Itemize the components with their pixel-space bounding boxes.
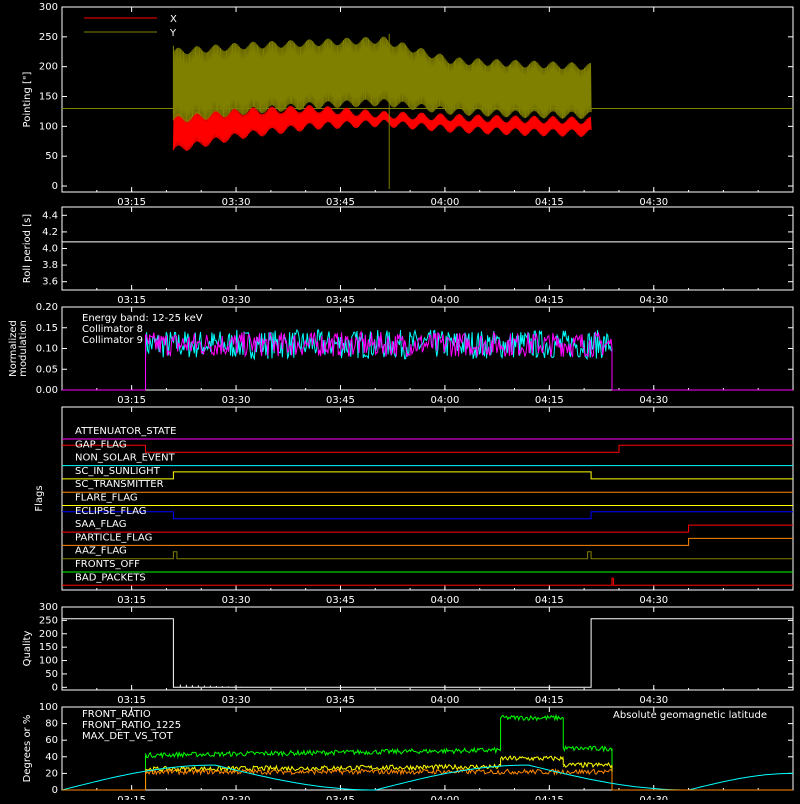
y-tick-label: 60: [45, 735, 58, 746]
y-tick-label: 150: [39, 642, 58, 653]
flag-label: GAP_FLAG: [75, 439, 127, 450]
x-tick-label: 03:30: [222, 695, 251, 706]
x-tick-label: 03:30: [222, 197, 251, 208]
y-tick-label: 20: [45, 768, 58, 779]
y-axis-label: Roll period [s]: [22, 214, 33, 283]
y-axis-label: modulation: [18, 320, 29, 377]
y-tick-label: 50: [45, 669, 58, 680]
y-tick-label: 0: [52, 785, 58, 796]
y-tick-label: 4.0: [42, 244, 58, 255]
y-tick-label: 0.05: [36, 364, 58, 375]
y-tick-label: 200: [39, 62, 58, 73]
x-tick-label: 03:15: [117, 295, 146, 306]
chart-stack: 03:15 03:30 03:45 04:00 04:15 04:30 0 50 100 150 2…: [0, 0, 800, 804]
x-tick-label: 03:45: [326, 197, 355, 208]
y-tick-label: 3.6: [42, 277, 58, 288]
y-tick-label: 4.2: [42, 227, 58, 238]
x-tick-label: 04:30: [639, 295, 668, 306]
x-tick-label: 04:15: [535, 695, 564, 706]
x-tick-label: 03:45: [326, 695, 355, 706]
x-tick-label: 03:30: [222, 595, 251, 606]
x-tick-label: 03:15: [117, 695, 146, 706]
y-axis-label: Quality: [22, 631, 33, 667]
x-tick-label: 04:15: [535, 595, 564, 606]
y-tick-label: 250: [39, 615, 58, 626]
y-tick-label: 150: [39, 92, 58, 103]
legend-label: FRONT_RATIO: [82, 709, 151, 720]
x-tick-label: 04:15: [535, 295, 564, 306]
x-tick-label: 04:15: [535, 795, 564, 800]
legend-label: MAX_DET_VS_TOT: [82, 731, 174, 742]
x-tick-label: 03:15: [117, 197, 146, 208]
y-axis-label: Degrees or %: [22, 715, 33, 783]
annotation-label: Absolute geomagnetic latitude: [613, 710, 767, 721]
y-tick-label: 50: [45, 151, 58, 162]
flag-label: NON_SOLAR_EVENT: [75, 453, 176, 464]
x-tick-label: 03:30: [222, 795, 251, 800]
flag-label: FLARE_FLAG: [75, 493, 138, 504]
x-tick-label: 04:15: [535, 197, 564, 208]
legend-label: Collimator 8: [82, 324, 143, 335]
x-tick-label: 03:45: [326, 595, 355, 606]
flag-label: SC_IN_SUNLIGHT: [75, 466, 161, 477]
flag-label: SC_TRANSMITTER: [75, 479, 164, 490]
x-tick-label: 03:45: [326, 795, 355, 800]
flag-label: ATTENUATOR_STATE: [75, 426, 176, 437]
y-tick-label: 0.10: [36, 344, 58, 355]
x-tick-label: 03:30: [222, 395, 251, 406]
legend-label: FRONT_RATIO_1225: [82, 720, 181, 731]
y-tick-label: 250: [39, 32, 58, 43]
x-tick-label: 04:30: [639, 795, 668, 800]
legend-label: Energy band: 12-25 keV: [82, 313, 203, 324]
x-tick-label: 03:15: [117, 395, 146, 406]
y-tick-label: 100: [39, 121, 58, 132]
x-tick-label: 04:30: [639, 595, 668, 606]
y-tick-label: 200: [39, 629, 58, 640]
y-tick-label: 0.15: [36, 323, 58, 334]
x-tick-label: 04:00: [430, 695, 459, 706]
x-tick-label: 04:30: [639, 695, 668, 706]
x-tick-label: 04:30: [639, 197, 668, 208]
flag-label: FRONTS_OFF: [75, 559, 140, 570]
y-tick-label: 100: [39, 656, 58, 667]
flag-label: PARTICLE_FLAG: [75, 532, 152, 543]
y-tick-label: 0: [52, 181, 58, 192]
x-tick-label: 03:15: [117, 795, 146, 800]
legend-label: Y: [169, 28, 177, 39]
x-tick-label: 04:30: [639, 395, 668, 406]
x-tick-label: 03:30: [222, 295, 251, 306]
y-axis-label: Flags: [34, 485, 45, 511]
legend-label: X: [170, 14, 177, 25]
y-tick-label: 100: [39, 702, 58, 713]
flag-label: AAZ_FLAG: [75, 546, 127, 557]
y-tick-label: 4.4: [42, 210, 58, 221]
y-tick-label: 300: [39, 2, 58, 13]
flag-label: BAD_PACKETS: [75, 572, 146, 583]
x-tick-label: 03:45: [326, 295, 355, 306]
y-tick-label: 3.8: [42, 260, 58, 271]
y-tick-label: 0: [52, 682, 58, 693]
y-tick-label: 40: [45, 752, 58, 763]
y-axis-label: Pointing ["]: [22, 71, 33, 127]
x-tick-label: 04:00: [430, 197, 459, 208]
x-tick-label: 03:15: [117, 595, 146, 606]
y-tick-label: 0.00: [36, 385, 58, 396]
y-tick-label: 0.20: [36, 302, 58, 313]
x-tick-label: 04:00: [430, 595, 459, 606]
x-tick-label: 04:00: [430, 795, 459, 800]
x-tick-label: 04:15: [535, 395, 564, 406]
x-tick-label: 04:00: [430, 395, 459, 406]
x-tick-label: 03:45: [326, 395, 355, 406]
flag-label: SAA_FLAG: [75, 519, 126, 530]
x-tick-label: 04:00: [430, 295, 459, 306]
y-tick-label: 80: [45, 719, 58, 730]
legend-label: Collimator 9: [82, 335, 143, 346]
chart-figure: 03:15 03:30 03:45 04:00 04:15 04:30 0 50 100 150 2…: [0, 0, 800, 804]
flag-label: ECLIPSE_FLAG: [75, 506, 146, 517]
y-tick-label: 300: [39, 602, 58, 613]
